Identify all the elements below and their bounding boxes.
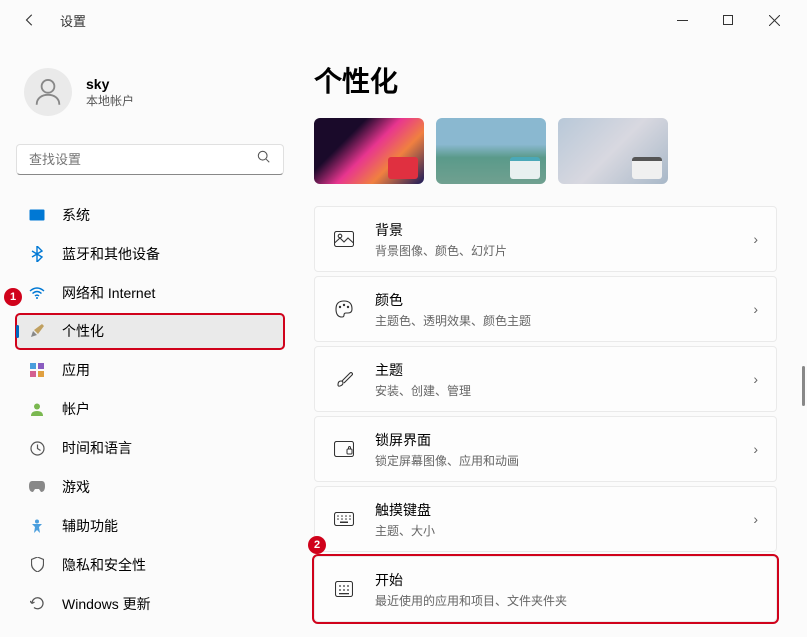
nav-label: 网络和 Internet <box>62 283 155 303</box>
brush-icon <box>333 368 355 390</box>
item-desc: 背景图像、颜色、幻灯片 <box>375 242 753 259</box>
sidebar-item-system[interactable]: 系统 <box>16 197 284 232</box>
clock-icon <box>28 439 46 457</box>
sidebar-item-accounts[interactable]: 帐户 <box>16 392 284 427</box>
sidebar-item-bluetooth[interactable]: 蓝牙和其他设备 <box>16 236 284 271</box>
sidebar-item-update[interactable]: Windows 更新 <box>16 586 284 621</box>
nav-label: 隐私和安全性 <box>62 555 146 575</box>
page-title: 个性化 <box>314 60 777 100</box>
image-icon <box>333 228 355 250</box>
app-title: 设置 <box>60 11 86 30</box>
settings-item-lockscreen[interactable]: 锁屏界面 锁定屏幕图像、应用和动画 › <box>314 416 777 482</box>
game-icon <box>28 478 46 496</box>
nav-label: 个性化 <box>62 321 104 341</box>
chevron-right-icon: › <box>753 301 758 317</box>
item-title: 触摸键盘 <box>375 500 753 520</box>
minimize-button[interactable] <box>659 4 705 36</box>
bluetooth-icon <box>28 245 46 263</box>
close-button[interactable] <box>751 4 797 36</box>
sidebar: sky 本地帐户 系统 <box>0 40 300 637</box>
item-desc: 最近使用的应用和项目、文件夹件夹 <box>375 592 758 609</box>
theme-preview-1[interactable] <box>314 118 424 184</box>
annotation-marker-1: 1 <box>4 288 22 306</box>
system-icon <box>28 206 46 224</box>
titlebar: 设置 <box>0 0 807 40</box>
theme-preview-2[interactable] <box>436 118 546 184</box>
apps-icon <box>28 361 46 379</box>
sidebar-item-privacy[interactable]: 隐私和安全性 <box>16 547 284 582</box>
item-desc: 安装、创建、管理 <box>375 382 753 399</box>
chevron-right-icon: › <box>753 441 758 457</box>
settings-item-themes[interactable]: 主题 安装、创建、管理 › <box>314 346 777 412</box>
maximize-button[interactable] <box>705 4 751 36</box>
nav-label: 时间和语言 <box>62 438 132 458</box>
search-box[interactable] <box>16 144 284 175</box>
palette-icon <box>333 298 355 320</box>
item-desc: 主题、大小 <box>375 522 753 539</box>
lock-screen-icon <box>333 438 355 460</box>
avatar <box>24 68 72 116</box>
nav-label: 应用 <box>62 360 90 380</box>
sidebar-item-network[interactable]: 网络和 Internet <box>16 275 284 310</box>
nav-label: 游戏 <box>62 477 90 497</box>
theme-previews <box>314 118 777 184</box>
sidebar-item-time-language[interactable]: 时间和语言 <box>16 431 284 466</box>
search-input[interactable] <box>29 152 257 167</box>
nav-label: 帐户 <box>62 399 90 419</box>
nav-label: 蓝牙和其他设备 <box>62 244 160 264</box>
item-title: 锁屏界面 <box>375 430 753 450</box>
shield-icon <box>28 556 46 574</box>
main-content: 个性化 背景 背景图像、颜色、幻灯片 › <box>300 40 807 637</box>
search-icon <box>257 150 271 169</box>
accessibility-icon <box>28 517 46 535</box>
nav-label: Windows 更新 <box>62 594 151 614</box>
scrollbar-thumb[interactable] <box>802 366 805 406</box>
item-title: 颜色 <box>375 290 753 310</box>
user-info[interactable]: sky 本地帐户 <box>16 60 284 124</box>
chevron-right-icon: › <box>753 511 758 527</box>
sidebar-item-accessibility[interactable]: 辅助功能 <box>16 508 284 543</box>
item-title: 背景 <box>375 220 753 240</box>
item-title: 主题 <box>375 360 753 380</box>
nav-label: 系统 <box>62 205 90 225</box>
theme-preview-3[interactable] <box>558 118 668 184</box>
settings-item-colors[interactable]: 颜色 主题色、透明效果、颜色主题 › <box>314 276 777 342</box>
sidebar-item-gaming[interactable]: 游戏 <box>16 470 284 505</box>
user-type: 本地帐户 <box>86 92 134 109</box>
settings-item-background[interactable]: 背景 背景图像、颜色、幻灯片 › <box>314 206 777 272</box>
settings-item-start[interactable]: 开始 最近使用的应用和项目、文件夹件夹 <box>314 556 777 622</box>
update-icon <box>28 595 46 613</box>
annotation-marker-2: 2 <box>308 536 326 554</box>
chevron-right-icon: › <box>753 231 758 247</box>
item-title: 开始 <box>375 570 758 590</box>
sidebar-item-apps[interactable]: 应用 <box>16 353 284 388</box>
back-button[interactable] <box>20 10 40 30</box>
sidebar-item-personalization[interactable]: 个性化 <box>16 314 284 349</box>
username: sky <box>86 76 134 92</box>
settings-item-touch-keyboard[interactable]: 触摸键盘 主题、大小 › <box>314 486 777 552</box>
chevron-right-icon: › <box>753 371 758 387</box>
paint-icon <box>28 322 46 340</box>
item-desc: 锁定屏幕图像、应用和动画 <box>375 452 753 469</box>
wifi-icon <box>28 284 46 302</box>
start-icon <box>333 578 355 600</box>
nav-label: 辅助功能 <box>62 516 118 536</box>
item-desc: 主题色、透明效果、颜色主题 <box>375 312 753 329</box>
account-icon <box>28 400 46 418</box>
keyboard-icon <box>333 508 355 530</box>
